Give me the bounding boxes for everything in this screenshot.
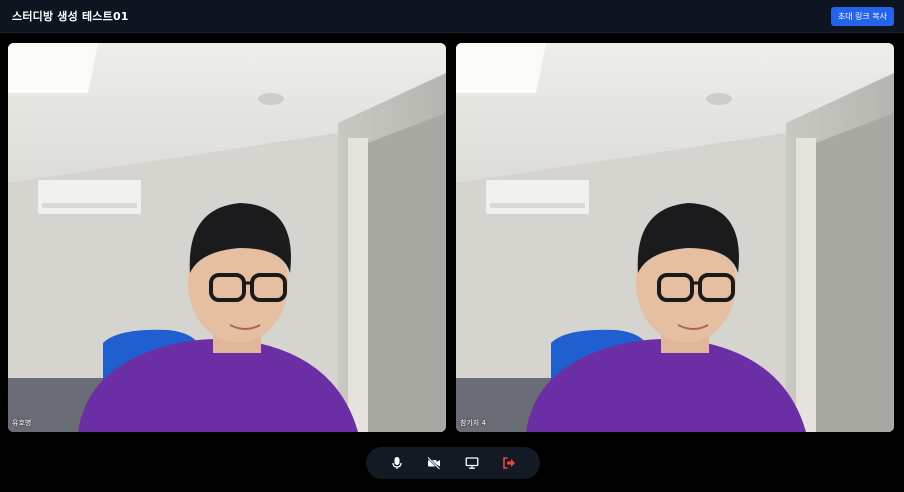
copy-invite-link-button[interactable]: 초대 링크 복사: [830, 6, 894, 26]
leave-call-button[interactable]: [499, 453, 519, 473]
video-grid: 유호병 참가자 4: [0, 33, 904, 442]
participant-name: 유호병: [12, 419, 32, 427]
video-tile-local: 유호병: [8, 43, 446, 432]
camera-off-icon: [427, 456, 441, 470]
room-title: 스터디방 생성 테스트01: [12, 10, 129, 23]
video-feed: [8, 43, 446, 432]
video-tile-remote: 참가자 4: [456, 43, 894, 432]
microphone-toggle-button[interactable]: [387, 453, 407, 473]
top-bar: 스터디방 생성 테스트01 초대 링크 복사: [0, 0, 904, 33]
camera-toggle-button[interactable]: [424, 453, 444, 473]
monitor-icon: [465, 457, 479, 469]
call-controls: [366, 447, 540, 479]
microphone-icon: [392, 457, 402, 469]
video-feed: [456, 43, 894, 432]
screen-share-button[interactable]: [462, 453, 482, 473]
participant-name: 참가자 4: [460, 419, 486, 427]
leave-icon: [503, 457, 516, 469]
